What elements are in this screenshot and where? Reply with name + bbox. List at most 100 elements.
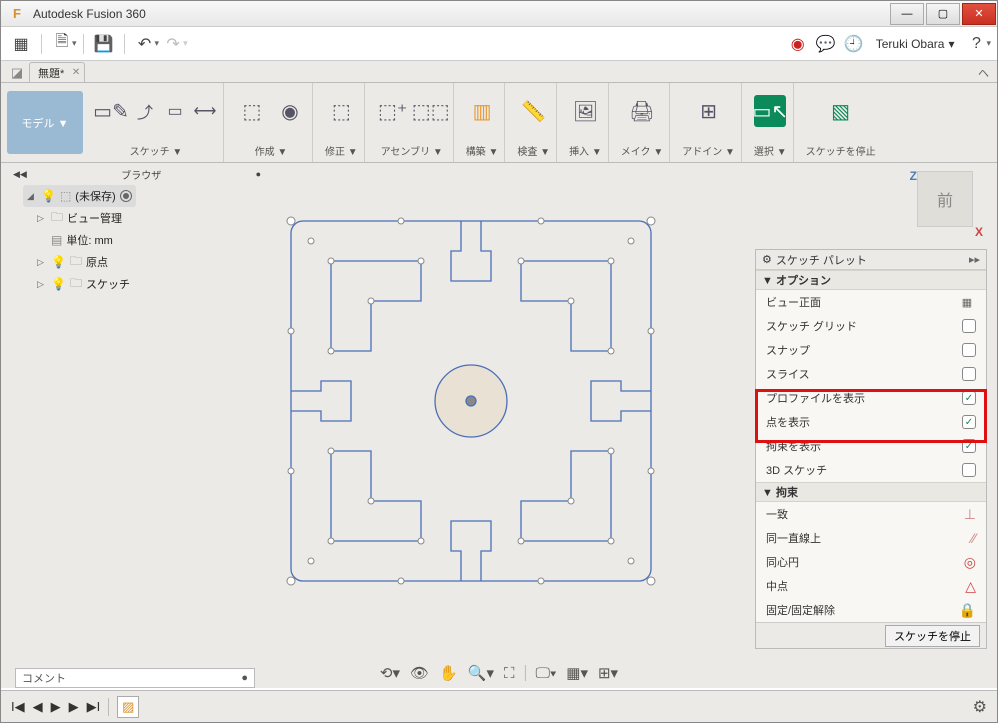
option-grid[interactable]: スケッチ グリッド (756, 314, 986, 338)
dimension-icon[interactable]: ⟷ (193, 99, 217, 123)
option-snap[interactable]: スナップ (756, 338, 986, 362)
fit-icon[interactable]: ⛶ (504, 665, 515, 682)
option-show-points[interactable]: 点を表示✓ (756, 410, 986, 434)
tree-item-views[interactable]: ▷ 🗀 ビュー管理 (37, 207, 136, 229)
expand-icon[interactable]: ▷ (37, 213, 47, 224)
record-icon[interactable]: ◉ (784, 30, 812, 58)
pin-icon[interactable]: ▸▸ (969, 253, 980, 266)
option-slice[interactable]: スライス (756, 362, 986, 386)
checkbox-checked[interactable]: ✓ (962, 415, 976, 429)
tree-item-origin[interactable]: ▷ 💡 🗀 原点 (37, 251, 136, 273)
document-icon: ▤ (51, 233, 62, 247)
tab-close-icon[interactable]: ✕ (72, 67, 80, 78)
stop-sketch-button[interactable]: スケッチを停止 (885, 625, 980, 647)
activate-icon[interactable] (120, 190, 132, 202)
maximize-button[interactable]: ▢ (926, 3, 960, 25)
rectangle-icon[interactable]: ▭ (163, 99, 187, 123)
workspace-selector[interactable]: モデル ▼ (7, 91, 83, 154)
comment-expand-icon[interactable]: ● (241, 672, 248, 684)
checkbox[interactable] (962, 463, 976, 477)
viewport-icon[interactable]: ⊞▾ (598, 664, 618, 682)
tab-cube-icon: ◪ (7, 64, 27, 82)
option-3d-sketch[interactable]: 3D スケッチ (756, 458, 986, 482)
clock-icon[interactable]: 🕘 (840, 30, 868, 58)
checkbox[interactable] (962, 319, 976, 333)
look-at-icon[interactable]: ▦ (958, 294, 976, 310)
orbit-icon[interactable]: ⟲▾ (380, 664, 400, 682)
title-bar: F Autodesk Fusion 360 — ▢ ✕ (1, 1, 997, 27)
palette-section-constraints[interactable]: ▼ 拘束 (756, 482, 986, 502)
folder-icon: 🗀 (70, 274, 82, 295)
sketch-drawing[interactable] (271, 201, 671, 601)
plane-icon[interactable]: ▥ (466, 95, 498, 127)
joint-icon[interactable]: ⬚⁺ (377, 95, 409, 127)
select-icon[interactable]: ▭↖ (754, 95, 786, 127)
stop-sketch-icon[interactable]: ▧ (825, 95, 857, 127)
timeline-end-icon[interactable]: ▶I (87, 699, 101, 715)
bulb-icon[interactable]: 💡 (41, 189, 56, 203)
timeline-play-icon[interactable]: ▶ (51, 699, 61, 715)
app-title: Autodesk Fusion 360 (33, 7, 889, 21)
timeline-prev-icon[interactable]: ◀ (33, 699, 43, 715)
option-show-profile[interactable]: プロファイルを表示✓ (756, 386, 986, 410)
print-3d-icon[interactable]: 🖨 (626, 95, 658, 127)
press-pull-icon[interactable]: ⬚ (325, 95, 357, 127)
zoom-icon[interactable]: 🔍▾ (468, 664, 494, 682)
look-icon[interactable]: 👁 (410, 664, 429, 682)
constraint-collinear[interactable]: 同一直線上⁄⁄ (756, 526, 986, 550)
checkbox-checked[interactable]: ✓ (962, 391, 976, 405)
minimize-button[interactable]: — (890, 3, 924, 25)
expand-icon[interactable]: ▷ (37, 257, 47, 268)
tree-root[interactable]: ◢ 💡 ⬚ (未保存) (23, 185, 136, 207)
option-look-at[interactable]: ビュー正面▦ (756, 290, 986, 314)
user-menu[interactable]: Teruki Obara ▾ (868, 37, 963, 51)
pan-icon[interactable]: ✋ (439, 664, 458, 682)
as-built-joint-icon[interactable]: ⬚⬚ (415, 95, 447, 127)
window-controls: — ▢ ✕ (889, 1, 997, 27)
ribbon-collapse-icon[interactable]: ヘ (978, 65, 989, 81)
option-show-constraints[interactable]: 拘束を表示✓ (756, 434, 986, 458)
sphere-icon[interactable]: ◉ (274, 95, 306, 127)
palette-footer: スケッチを停止 (756, 622, 986, 648)
timeline-next-icon[interactable]: ▶ (69, 699, 79, 715)
quick-access-toolbar: ▦ 🗎▾ 💾 ↶▾ ↷▾ ◉ 💬 🕘 Teruki Obara ▾ ?▾ (1, 27, 997, 61)
create-sketch-icon[interactable]: ▭✎ (95, 95, 127, 127)
browser-minimize-icon[interactable]: ● (256, 169, 261, 179)
checkbox[interactable] (962, 367, 976, 381)
measure-icon[interactable]: 📏 (518, 95, 550, 127)
constraint-midpoint[interactable]: 中点△ (756, 574, 986, 598)
chat-icon[interactable]: 💬 (812, 30, 840, 58)
timeline-start-icon[interactable]: I◀ (11, 699, 25, 715)
viewcube[interactable]: 前 (917, 171, 973, 227)
ribbon-group-inspect: 📏 検査 ▼ (511, 83, 557, 162)
line-icon[interactable]: ⤴ (133, 99, 157, 123)
timeline-sketch-feature[interactable]: ▨ (117, 696, 139, 718)
expand-icon[interactable]: ◢ (27, 191, 37, 202)
palette-section-options[interactable]: ▼ オプション (756, 270, 986, 290)
grid-settings-icon[interactable]: ▦▾ (566, 664, 588, 682)
comment-bar[interactable]: コメント ● (15, 668, 255, 688)
expand-icon[interactable]: ▷ (37, 279, 47, 290)
constraint-coincident[interactable]: 一致⊥ (756, 502, 986, 526)
insert-image-icon[interactable]: 🖼 (569, 95, 601, 127)
close-button[interactable]: ✕ (962, 3, 996, 25)
constraint-concentric[interactable]: 同心円◎ (756, 550, 986, 574)
display-settings-icon[interactable]: 🖵▾ (536, 665, 557, 682)
settings-gear-icon[interactable]: ⚙ (973, 697, 987, 717)
document-tab[interactable]: 無題* ✕ (29, 62, 85, 82)
ribbon-label-construct: 構築 ▼ (466, 143, 499, 158)
addins-icon[interactable]: ⊞ (693, 95, 725, 127)
bulb-icon[interactable]: 💡 (51, 255, 66, 269)
checkbox-checked[interactable]: ✓ (962, 439, 976, 453)
tree-item-units[interactable]: ▤ 単位: mm (51, 229, 136, 251)
tree-item-sketches[interactable]: ▷ 💡 🗀 スケッチ (37, 273, 136, 295)
palette-title-bar[interactable]: ⚙ スケッチ パレット ▸▸ (756, 250, 986, 270)
browser-collapse-icon[interactable]: ◀◀ (13, 169, 27, 180)
extrude-icon[interactable]: ⬚ (236, 95, 268, 127)
constraint-fix[interactable]: 固定/固定解除🔒 (756, 598, 986, 622)
checkbox[interactable] (962, 343, 976, 357)
apps-grid-icon[interactable]: ▦ (7, 30, 35, 58)
ribbon-toolbar: モデル ▼ ▭✎ ⤴ ▭ ⟷ スケッチ ▼ ⬚ ◉ 作成 ▼ ⬚ 修正 ▼ ⬚⁺… (1, 83, 997, 163)
bulb-icon[interactable]: 💡 (51, 277, 66, 291)
save-icon[interactable]: 💾 (90, 30, 118, 58)
